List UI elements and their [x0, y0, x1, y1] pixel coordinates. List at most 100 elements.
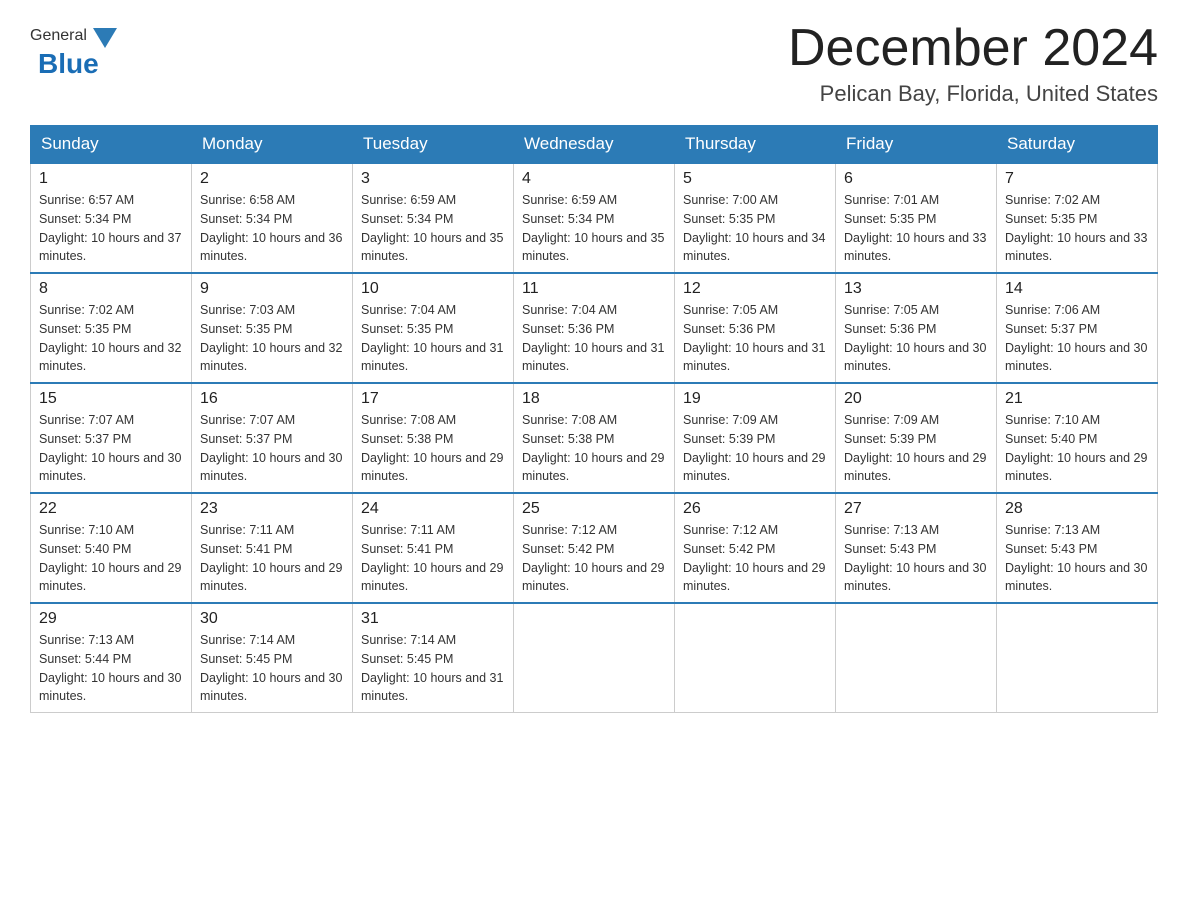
- day-number: 25: [522, 500, 666, 518]
- calendar-cell: [836, 603, 997, 713]
- calendar-cell: 28 Sunrise: 7:13 AMSunset: 5:43 PMDaylig…: [997, 493, 1158, 603]
- day-number: 3: [361, 170, 505, 188]
- calendar-cell: 2 Sunrise: 6:58 AMSunset: 5:34 PMDayligh…: [192, 163, 353, 273]
- calendar-week-row: 1 Sunrise: 6:57 AMSunset: 5:34 PMDayligh…: [31, 163, 1158, 273]
- day-info: Sunrise: 7:10 AMSunset: 5:40 PMDaylight:…: [39, 523, 181, 593]
- day-info: Sunrise: 7:13 AMSunset: 5:44 PMDaylight:…: [39, 633, 181, 703]
- day-number: 24: [361, 500, 505, 518]
- calendar-cell: 5 Sunrise: 7:00 AMSunset: 5:35 PMDayligh…: [675, 163, 836, 273]
- day-number: 23: [200, 500, 344, 518]
- day-info: Sunrise: 7:05 AMSunset: 5:36 PMDaylight:…: [683, 303, 825, 373]
- day-number: 21: [1005, 390, 1149, 408]
- day-info: Sunrise: 7:00 AMSunset: 5:35 PMDaylight:…: [683, 193, 825, 263]
- day-number: 9: [200, 280, 344, 298]
- calendar-cell: 25 Sunrise: 7:12 AMSunset: 5:42 PMDaylig…: [514, 493, 675, 603]
- calendar-cell: 11 Sunrise: 7:04 AMSunset: 5:36 PMDaylig…: [514, 273, 675, 383]
- calendar-cell: [675, 603, 836, 713]
- day-info: Sunrise: 7:03 AMSunset: 5:35 PMDaylight:…: [200, 303, 342, 373]
- calendar-table: SundayMondayTuesdayWednesdayThursdayFrid…: [30, 125, 1158, 713]
- calendar-cell: 29 Sunrise: 7:13 AMSunset: 5:44 PMDaylig…: [31, 603, 192, 713]
- day-number: 10: [361, 280, 505, 298]
- calendar-cell: 7 Sunrise: 7:02 AMSunset: 5:35 PMDayligh…: [997, 163, 1158, 273]
- day-info: Sunrise: 7:07 AMSunset: 5:37 PMDaylight:…: [200, 413, 342, 483]
- day-info: Sunrise: 7:05 AMSunset: 5:36 PMDaylight:…: [844, 303, 986, 373]
- day-number: 14: [1005, 280, 1149, 298]
- calendar-cell: 30 Sunrise: 7:14 AMSunset: 5:45 PMDaylig…: [192, 603, 353, 713]
- calendar-cell: [514, 603, 675, 713]
- day-number: 18: [522, 390, 666, 408]
- day-info: Sunrise: 7:11 AMSunset: 5:41 PMDaylight:…: [200, 523, 342, 593]
- day-number: 22: [39, 500, 183, 518]
- weekday-header-monday: Monday: [192, 126, 353, 164]
- weekday-header-tuesday: Tuesday: [353, 126, 514, 164]
- day-info: Sunrise: 7:13 AMSunset: 5:43 PMDaylight:…: [1005, 523, 1147, 593]
- weekday-header-saturday: Saturday: [997, 126, 1158, 164]
- day-info: Sunrise: 7:09 AMSunset: 5:39 PMDaylight:…: [683, 413, 825, 483]
- day-number: 15: [39, 390, 183, 408]
- day-info: Sunrise: 6:58 AMSunset: 5:34 PMDaylight:…: [200, 193, 342, 263]
- calendar-cell: 22 Sunrise: 7:10 AMSunset: 5:40 PMDaylig…: [31, 493, 192, 603]
- day-info: Sunrise: 7:10 AMSunset: 5:40 PMDaylight:…: [1005, 413, 1147, 483]
- calendar-cell: 8 Sunrise: 7:02 AMSunset: 5:35 PMDayligh…: [31, 273, 192, 383]
- day-info: Sunrise: 6:59 AMSunset: 5:34 PMDaylight:…: [361, 193, 503, 263]
- calendar-cell: 9 Sunrise: 7:03 AMSunset: 5:35 PMDayligh…: [192, 273, 353, 383]
- day-number: 12: [683, 280, 827, 298]
- calendar-week-row: 8 Sunrise: 7:02 AMSunset: 5:35 PMDayligh…: [31, 273, 1158, 383]
- day-number: 27: [844, 500, 988, 518]
- calendar-week-row: 22 Sunrise: 7:10 AMSunset: 5:40 PMDaylig…: [31, 493, 1158, 603]
- day-number: 7: [1005, 170, 1149, 188]
- day-number: 6: [844, 170, 988, 188]
- calendar-cell: 4 Sunrise: 6:59 AMSunset: 5:34 PMDayligh…: [514, 163, 675, 273]
- calendar-cell: 14 Sunrise: 7:06 AMSunset: 5:37 PMDaylig…: [997, 273, 1158, 383]
- calendar-cell: 6 Sunrise: 7:01 AMSunset: 5:35 PMDayligh…: [836, 163, 997, 273]
- day-info: Sunrise: 7:02 AMSunset: 5:35 PMDaylight:…: [39, 303, 181, 373]
- day-info: Sunrise: 6:57 AMSunset: 5:34 PMDaylight:…: [39, 193, 181, 263]
- calendar-cell: 1 Sunrise: 6:57 AMSunset: 5:34 PMDayligh…: [31, 163, 192, 273]
- day-info: Sunrise: 7:08 AMSunset: 5:38 PMDaylight:…: [361, 413, 503, 483]
- calendar-cell: 18 Sunrise: 7:08 AMSunset: 5:38 PMDaylig…: [514, 383, 675, 493]
- calendar-cell: 23 Sunrise: 7:11 AMSunset: 5:41 PMDaylig…: [192, 493, 353, 603]
- calendar-cell: 26 Sunrise: 7:12 AMSunset: 5:42 PMDaylig…: [675, 493, 836, 603]
- day-info: Sunrise: 7:12 AMSunset: 5:42 PMDaylight:…: [683, 523, 825, 593]
- weekday-header-sunday: Sunday: [31, 126, 192, 164]
- calendar-cell: 31 Sunrise: 7:14 AMSunset: 5:45 PMDaylig…: [353, 603, 514, 713]
- day-info: Sunrise: 7:02 AMSunset: 5:35 PMDaylight:…: [1005, 193, 1147, 263]
- day-info: Sunrise: 7:13 AMSunset: 5:43 PMDaylight:…: [844, 523, 986, 593]
- calendar-cell: 3 Sunrise: 6:59 AMSunset: 5:34 PMDayligh…: [353, 163, 514, 273]
- title-area: December 2024 Pelican Bay, Florida, Unit…: [788, 20, 1158, 107]
- day-number: 31: [361, 610, 505, 628]
- day-number: 20: [844, 390, 988, 408]
- month-title: December 2024: [788, 20, 1158, 77]
- day-info: Sunrise: 7:06 AMSunset: 5:37 PMDaylight:…: [1005, 303, 1147, 373]
- day-number: 30: [200, 610, 344, 628]
- day-info: Sunrise: 7:01 AMSunset: 5:35 PMDaylight:…: [844, 193, 986, 263]
- calendar-cell: [997, 603, 1158, 713]
- day-info: Sunrise: 7:04 AMSunset: 5:35 PMDaylight:…: [361, 303, 503, 373]
- day-info: Sunrise: 7:14 AMSunset: 5:45 PMDaylight:…: [200, 633, 342, 703]
- weekday-header-wednesday: Wednesday: [514, 126, 675, 164]
- day-info: Sunrise: 7:14 AMSunset: 5:45 PMDaylight:…: [361, 633, 503, 703]
- location-subtitle: Pelican Bay, Florida, United States: [788, 81, 1158, 107]
- weekday-header-thursday: Thursday: [675, 126, 836, 164]
- day-number: 1: [39, 170, 183, 188]
- logo-general-text: General: [30, 27, 87, 45]
- calendar-cell: 15 Sunrise: 7:07 AMSunset: 5:37 PMDaylig…: [31, 383, 192, 493]
- day-info: Sunrise: 7:12 AMSunset: 5:42 PMDaylight:…: [522, 523, 664, 593]
- day-number: 17: [361, 390, 505, 408]
- day-info: Sunrise: 7:08 AMSunset: 5:38 PMDaylight:…: [522, 413, 664, 483]
- day-number: 13: [844, 280, 988, 298]
- calendar-cell: 12 Sunrise: 7:05 AMSunset: 5:36 PMDaylig…: [675, 273, 836, 383]
- calendar-cell: 20 Sunrise: 7:09 AMSunset: 5:39 PMDaylig…: [836, 383, 997, 493]
- day-number: 4: [522, 170, 666, 188]
- day-info: Sunrise: 7:09 AMSunset: 5:39 PMDaylight:…: [844, 413, 986, 483]
- calendar-cell: 10 Sunrise: 7:04 AMSunset: 5:35 PMDaylig…: [353, 273, 514, 383]
- day-number: 2: [200, 170, 344, 188]
- weekday-header-friday: Friday: [836, 126, 997, 164]
- day-info: Sunrise: 7:11 AMSunset: 5:41 PMDaylight:…: [361, 523, 503, 593]
- calendar-week-row: 15 Sunrise: 7:07 AMSunset: 5:37 PMDaylig…: [31, 383, 1158, 493]
- calendar-cell: 17 Sunrise: 7:08 AMSunset: 5:38 PMDaylig…: [353, 383, 514, 493]
- weekday-header-row: SundayMondayTuesdayWednesdayThursdayFrid…: [31, 126, 1158, 164]
- day-info: Sunrise: 6:59 AMSunset: 5:34 PMDaylight:…: [522, 193, 664, 263]
- day-number: 19: [683, 390, 827, 408]
- day-number: 28: [1005, 500, 1149, 518]
